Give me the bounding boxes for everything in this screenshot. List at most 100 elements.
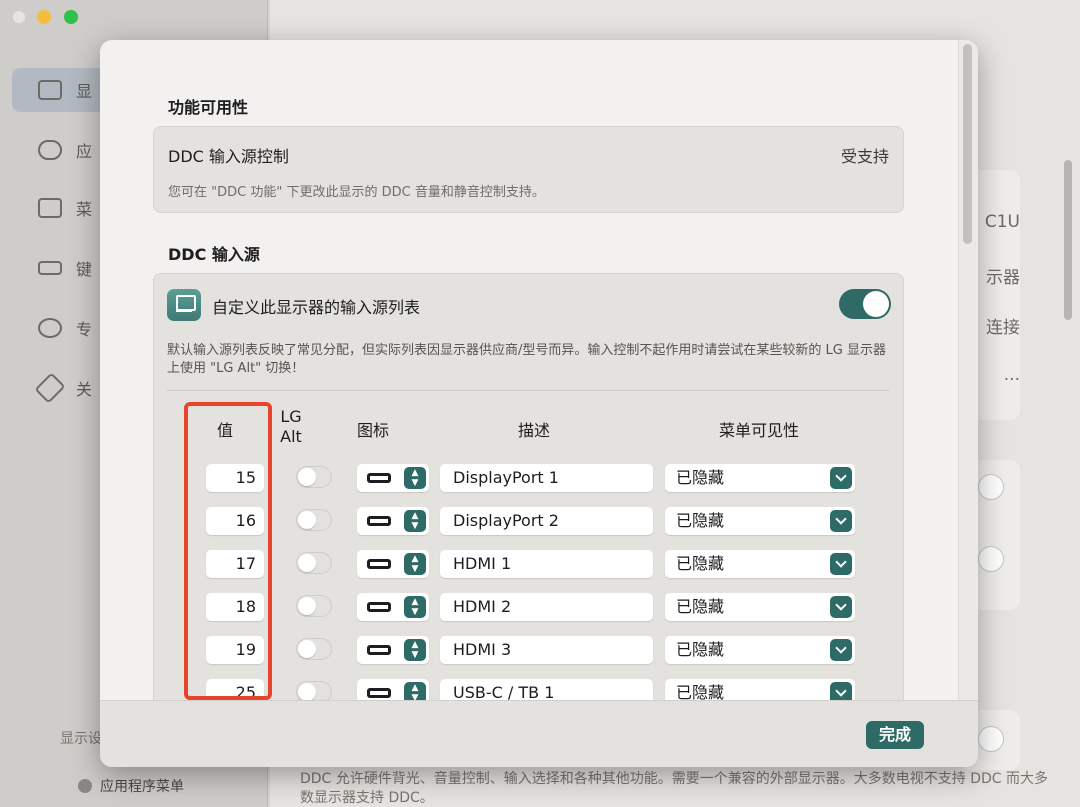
input-source-box: 自定义此显示器的输入源列表 默认输入源列表反映了常见分配，但实际列表因显示器供应… [153, 273, 904, 700]
divider [167, 390, 889, 391]
background-panel-text: C1U [984, 212, 1020, 232]
custom-input-list-desc: 默认输入源列表反映了常见分配，但实际列表因显示器供应商/型号而异。输入控制不起作… [167, 343, 886, 376]
up-down-chevron-icon: ▲ ▼ [404, 510, 426, 532]
sidebar-item-label: 菜 [76, 200, 93, 219]
chevron-down-icon [830, 596, 852, 618]
up-down-chevron-icon: ▲ ▼ [404, 467, 426, 489]
background-scrollbar[interactable] [1064, 160, 1072, 320]
table-row: 16 ▲ ▼ DisplayPort 2 已隐藏 [154, 507, 905, 537]
background-toggle[interactable] [978, 474, 1004, 500]
description-field[interactable]: HDMI 3 [440, 636, 653, 664]
up-down-chevron-icon: ▲ ▼ [404, 682, 426, 700]
lg-alt-toggle[interactable] [296, 595, 332, 617]
up-down-chevron-icon: ▲ ▼ [404, 596, 426, 618]
lg-alt-toggle[interactable] [296, 638, 332, 660]
table-row: 19 ▲ ▼ HDMI 3 已隐藏 [154, 636, 905, 666]
zoom-window-button[interactable] [64, 10, 78, 24]
chevron-down-icon [830, 553, 852, 575]
background-toggle[interactable] [978, 546, 1004, 572]
icon-select[interactable]: ▲ ▼ [357, 636, 429, 664]
sheet-scrollbar-thumb[interactable] [963, 44, 972, 244]
close-window-button[interactable] [12, 10, 26, 24]
input-section-title: DDC 输入源 [168, 245, 260, 264]
display-icon [38, 80, 62, 100]
menu-visibility-select[interactable]: 已隐藏 [665, 507, 855, 535]
custom-input-list-toggle[interactable] [839, 289, 891, 319]
badge-check-icon [38, 318, 62, 338]
column-header-value: 值 [216, 421, 233, 440]
ddc-feature-desc: 您可在 "DDC 功能" 下更改此显示的 DDC 音量和静音控制支持。 [168, 185, 545, 200]
description-field[interactable]: USB-C / TB 1 [440, 679, 653, 700]
table-row: 18 ▲ ▼ HDMI 2 已隐藏 [154, 593, 905, 623]
value-field[interactable]: 19 [206, 636, 264, 664]
ddc-support-status: 受支持 [840, 147, 889, 166]
menu-visibility-value: 已隐藏 [676, 554, 725, 573]
tag-icon [34, 372, 66, 404]
feature-availability-box: DDC 输入源控制 受支持 您可在 "DDC 功能" 下更改此显示的 DDC 音… [153, 126, 904, 213]
sheet-scrollbar-track[interactable] [958, 40, 978, 700]
sheet-scroll-area[interactable]: 功能可用性 DDC 输入源控制 受支持 您可在 "DDC 功能" 下更改此显示的… [100, 40, 978, 700]
icon-select[interactable]: ▲ ▼ [357, 550, 429, 578]
menu-visibility-select[interactable]: 已隐藏 [665, 550, 855, 578]
value-field[interactable]: 16 [206, 507, 264, 535]
done-button[interactable]: 完成 [866, 721, 924, 749]
menu-visibility-select[interactable]: 已隐藏 [665, 464, 855, 492]
icon-select[interactable]: ▲ ▼ [357, 593, 429, 621]
chevron-down-icon [830, 510, 852, 532]
icon-select[interactable]: ▲ ▼ [357, 464, 429, 492]
keyboard-icon [38, 261, 62, 275]
hdmi-port-icon [367, 688, 391, 698]
lg-alt-toggle[interactable] [296, 466, 332, 488]
menu-visibility-value: 已隐藏 [676, 468, 725, 487]
background-footer-text: DDC 允许硬件背光、音量控制、输入选择和各种其他功能。需要一个兼容的外部显示器… [300, 771, 1049, 806]
background-panel-button[interactable]: ... [1004, 365, 1020, 385]
menu-visibility-select[interactable]: 已隐藏 [665, 593, 855, 621]
app-menu-label: 应用程序菜单 [100, 779, 184, 795]
background-panel-text: 示器 [986, 268, 1020, 288]
value-field[interactable]: 15 [206, 464, 264, 492]
minimize-window-button[interactable] [37, 10, 51, 24]
menu-visibility-value: 已隐藏 [676, 511, 725, 530]
hdmi-port-icon [367, 473, 391, 483]
lg-alt-toggle[interactable] [296, 552, 332, 574]
chevron-down-icon [830, 682, 852, 700]
sidebar-item-label: 应 [76, 142, 93, 161]
table-row: 25 ▲ ▼ USB-C / TB 1 已隐藏 [154, 679, 905, 700]
value-field[interactable]: 17 [206, 550, 264, 578]
chevron-down-icon [830, 639, 852, 661]
app-menu-icon [78, 779, 92, 793]
hdmi-port-icon [367, 645, 391, 655]
app-menu-link[interactable]: 应用程序菜单 [78, 776, 184, 796]
description-field[interactable]: DisplayPort 2 [440, 507, 653, 535]
table-row: 17 ▲ ▼ HDMI 1 已隐藏 [154, 550, 905, 580]
sidebar-item-label: 键 [76, 260, 93, 279]
menu-visibility-select[interactable]: 已隐藏 [665, 636, 855, 664]
sidebar-item-label: 关 [76, 380, 93, 399]
icon-select[interactable]: ▲ ▼ [357, 679, 429, 700]
value-field[interactable]: 25 [206, 679, 264, 700]
feature-section-title: 功能可用性 [168, 98, 249, 117]
menu-visibility-value: 已隐藏 [676, 683, 725, 700]
background-panel-text: 连接 [986, 318, 1020, 338]
lg-alt-toggle[interactable] [296, 681, 332, 700]
description-field[interactable]: HDMI 1 [440, 550, 653, 578]
background-toggle[interactable] [978, 726, 1004, 752]
description-field[interactable]: HDMI 2 [440, 593, 653, 621]
menu-icon [38, 198, 62, 218]
lg-alt-toggle[interactable] [296, 509, 332, 531]
up-down-chevron-icon: ▲ ▼ [404, 639, 426, 661]
chevron-down-icon [830, 467, 852, 489]
value-field[interactable]: 18 [206, 593, 264, 621]
ddc-settings-sheet: 功能可用性 DDC 输入源控制 受支持 您可在 "DDC 功能" 下更改此显示的… [100, 40, 978, 767]
description-field[interactable]: DisplayPort 1 [440, 464, 653, 492]
up-down-chevron-icon: ▲ ▼ [404, 553, 426, 575]
icon-select[interactable]: ▲ ▼ [357, 507, 429, 535]
display-list-icon [167, 289, 201, 321]
ddc-input-control-title: DDC 输入源控制 [168, 147, 289, 166]
sidebar-item-label: 显 [76, 82, 93, 101]
table-row: 15 ▲ ▼ DisplayPort 1 已隐藏 [154, 464, 905, 494]
hdmi-port-icon [367, 602, 391, 612]
menu-visibility-select[interactable]: 已隐藏 [665, 679, 855, 700]
sidebar-bottom-label: 显示设 [60, 731, 102, 747]
toggle-icon [38, 140, 62, 160]
